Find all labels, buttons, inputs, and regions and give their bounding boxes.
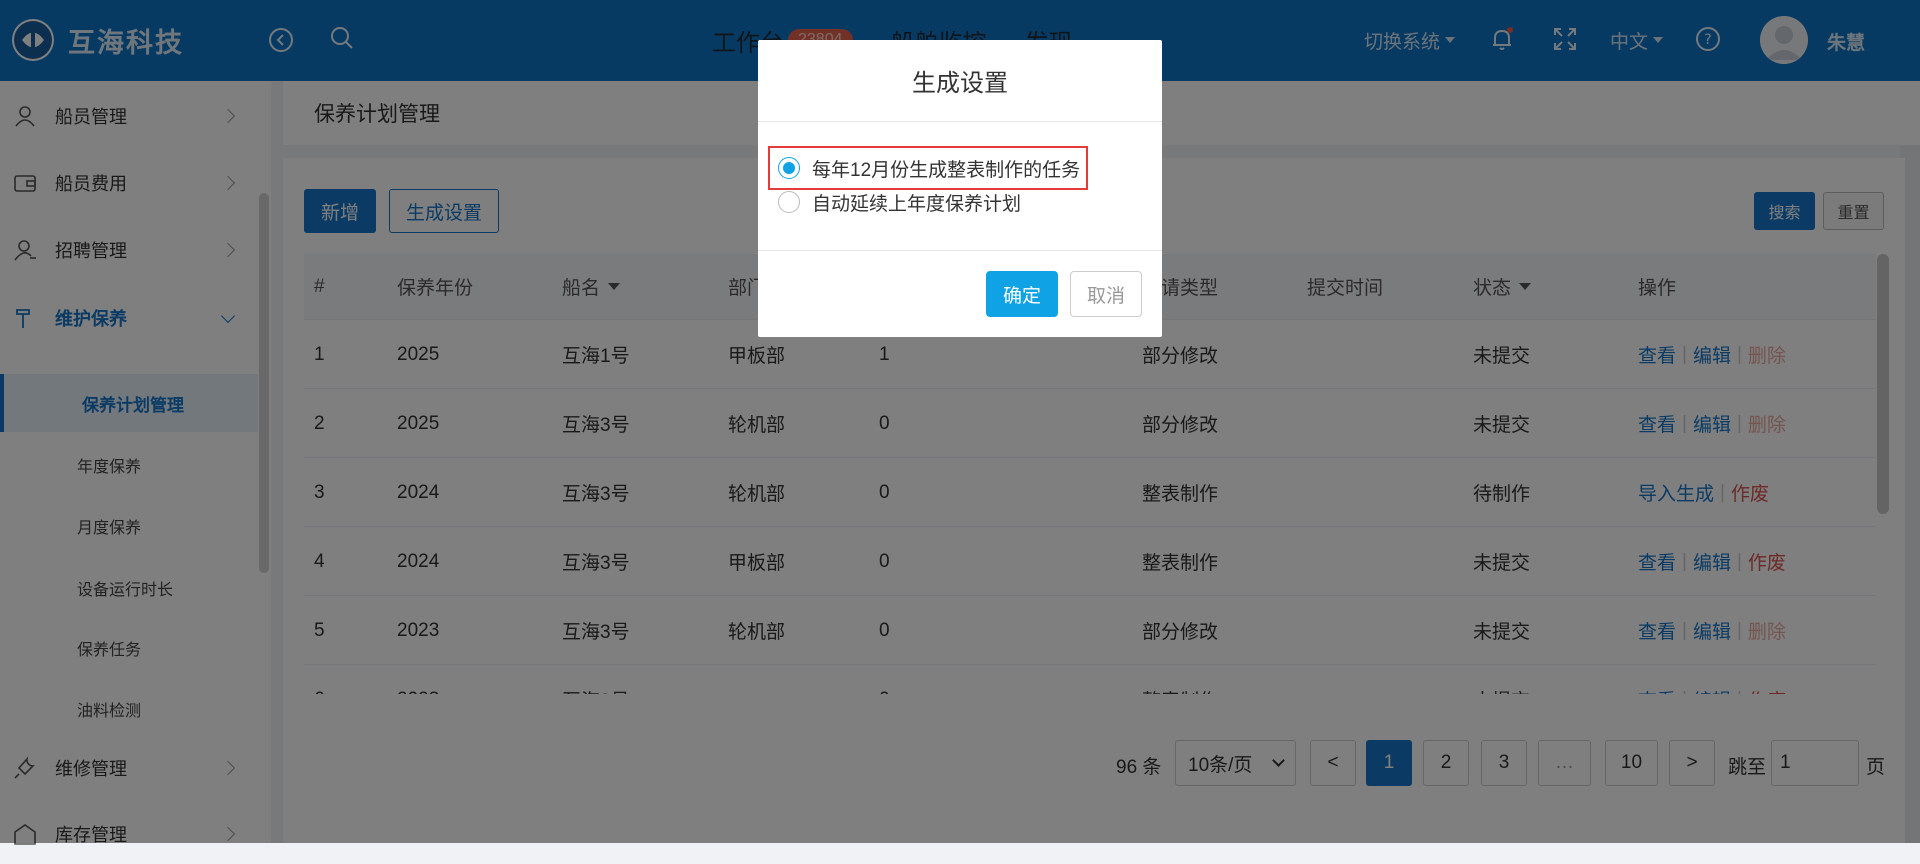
radio-checked[interactable] — [778, 157, 800, 179]
option-label: 自动延续上年度保养计划 — [812, 193, 1022, 215]
option-label: 每年12月份生成整表制作的任务 — [812, 159, 1081, 181]
dialog-title: 生成设置 — [758, 40, 1162, 122]
cancel-button[interactable]: 取消 — [1070, 271, 1142, 317]
generate-settings-dialog: 生成设置 每年12月份生成整表制作的任务 自动延续上年度保养计划 确定 取消 — [758, 40, 1162, 337]
confirm-button[interactable]: 确定 — [986, 271, 1058, 317]
radio-unchecked[interactable] — [778, 191, 800, 213]
option-continue-plan[interactable]: 自动延续上年度保养计划 — [778, 188, 1021, 216]
dialog-divider — [758, 250, 1162, 251]
option-december-task[interactable]: 每年12月份生成整表制作的任务 — [778, 154, 1080, 182]
